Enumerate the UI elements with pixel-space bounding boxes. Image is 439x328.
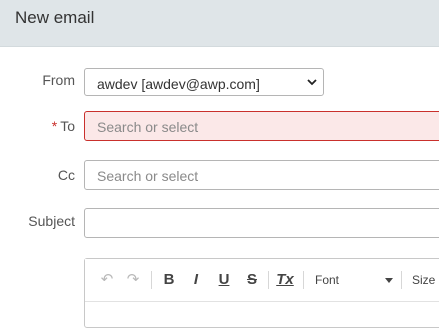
to-placeholder: Search or select — [97, 119, 199, 135]
to-input[interactable]: Search or select — [84, 111, 439, 141]
undo-icon[interactable]: ↶ — [99, 271, 115, 289]
cc-placeholder: Search or select — [97, 168, 199, 184]
dialog-header: New email — [0, 0, 439, 47]
toolbar-separator — [401, 271, 402, 289]
from-select-value: awdev [awdev@awp.com] — [97, 76, 260, 92]
to-label-text: To — [60, 118, 75, 134]
editor-toolbar: ↶ ↷ B I U S Tx Font Size — [85, 259, 439, 302]
required-marker: * — [51, 118, 58, 134]
toolbar-separator — [151, 271, 152, 289]
dialog-title: New email — [15, 8, 95, 27]
font-select[interactable]: Font — [315, 271, 345, 289]
cc-input[interactable]: Search or select — [84, 160, 439, 190]
clear-format-button[interactable]: Tx — [275, 271, 295, 289]
chevron-down-icon — [307, 79, 317, 86]
underline-button[interactable]: U — [216, 271, 232, 289]
toolbar-separator — [268, 271, 269, 289]
caret-down-icon — [385, 278, 393, 283]
from-select[interactable]: awdev [awdev@awp.com] — [84, 68, 324, 96]
cc-label: Cc — [57, 167, 75, 183]
bold-button[interactable]: B — [161, 271, 177, 289]
redo-icon[interactable]: ↷ — [125, 271, 141, 289]
message-editor[interactable]: ↶ ↷ B I U S Tx Font Size — [84, 258, 439, 328]
subject-input[interactable] — [84, 208, 439, 238]
toolbar-separator — [303, 271, 304, 289]
from-label: From — [42, 72, 75, 88]
to-label: * To — [15, 118, 75, 134]
italic-button[interactable]: I — [188, 271, 204, 289]
size-select[interactable]: Size — [412, 271, 439, 289]
subject-label: Subject — [28, 213, 75, 229]
strikethrough-button[interactable]: S — [244, 271, 260, 289]
